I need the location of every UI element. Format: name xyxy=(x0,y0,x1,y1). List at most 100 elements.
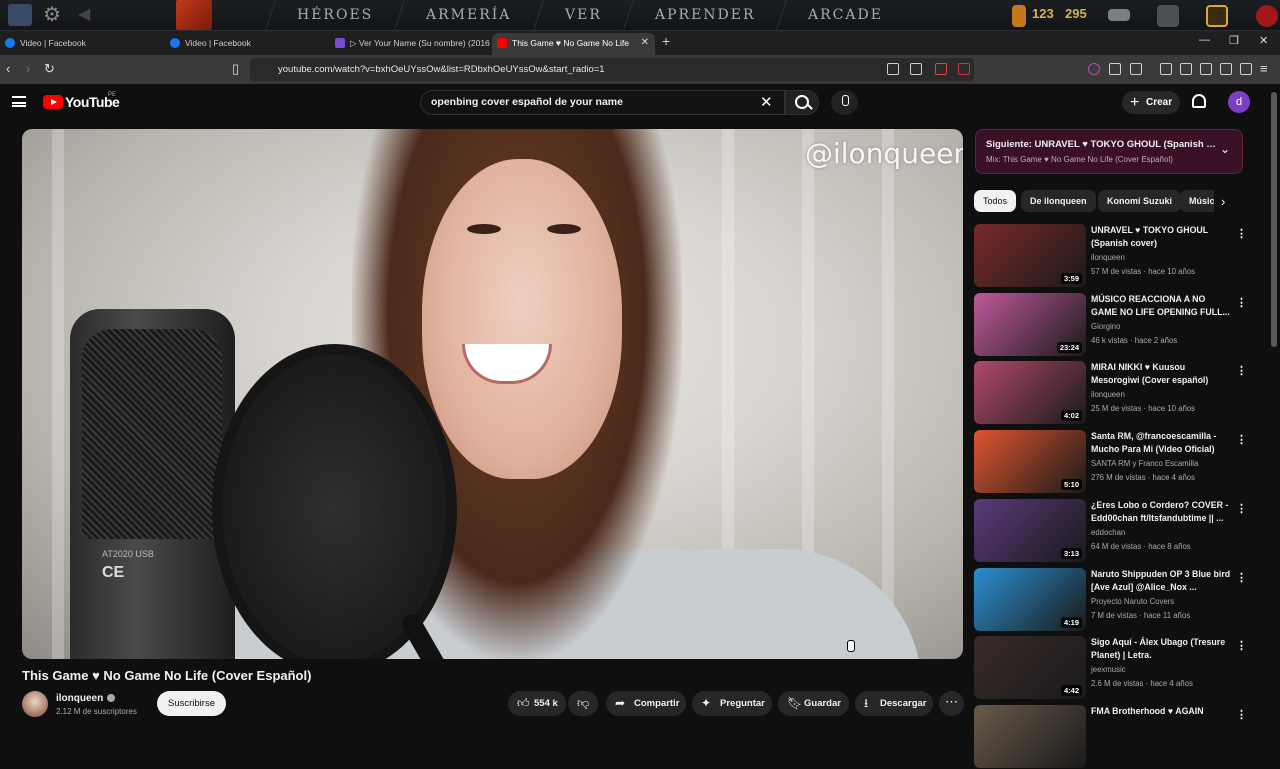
recommendation-title[interactable]: Naruto Shippuden OP 3 Blue bird [Ave Azu… xyxy=(1091,568,1231,594)
music-icon[interactable] xyxy=(1160,63,1172,75)
voice-search-button[interactable] xyxy=(831,90,858,115)
create-button[interactable]: + Crear xyxy=(1122,91,1180,114)
search-button[interactable] xyxy=(785,90,819,115)
brave-shield-icon[interactable] xyxy=(935,63,947,75)
subscribe-button[interactable]: Suscribirse xyxy=(157,691,226,716)
scrollbar[interactable] xyxy=(1271,92,1277,347)
recommendation-title[interactable]: Sigo Aquí - Álex Ubago (Tresure Planet) … xyxy=(1091,636,1231,662)
recommendation-channel[interactable]: ilonqueen xyxy=(1091,390,1125,399)
extension-a-icon[interactable] xyxy=(1088,63,1100,75)
chip-from-channel[interactable]: De ilonqueen xyxy=(1021,190,1096,212)
tab-your-name[interactable]: ▷ Ver Your Name (Su nombre) (2016 xyxy=(330,33,490,55)
url-field[interactable]: youtube.com/watch?v=bxhOeUYssOw&list=RDb… xyxy=(250,58,974,81)
chip-music[interactable]: Música xyxy=(1180,190,1214,212)
new-tab-button[interactable]: + xyxy=(662,33,670,49)
recommendation-item[interactable]: 5:10 Santa RM, @francoescamilla - Mucho P… xyxy=(974,430,1248,494)
recommendation-channel[interactable]: eddochan xyxy=(1091,528,1125,537)
gear-icon[interactable]: ⚙ xyxy=(40,4,64,26)
account-avatar[interactable]: d xyxy=(1228,91,1250,113)
game-nav-heroes[interactable]: HÉROES xyxy=(265,0,405,30)
channel-avatar[interactable] xyxy=(22,691,48,717)
video-thumbnail[interactable]: 4:19 xyxy=(974,568,1086,631)
recommendation-item[interactable]: FMA Brotherhood ♥ AGAIN ⋮ xyxy=(974,705,1248,769)
back-arrow-icon[interactable]: ◀ ▶ xyxy=(78,4,102,45)
kebab-menu-icon[interactable]: ⋮ xyxy=(1236,227,1247,240)
back-icon[interactable]: ‹ xyxy=(6,61,10,76)
recommendation-item[interactable]: 4:42 Sigo Aquí - Álex Ubago (Tresure Plan… xyxy=(974,636,1248,700)
hamburger-menu-icon[interactable] xyxy=(12,96,26,107)
youtube-logo-icon[interactable] xyxy=(43,95,63,109)
vpn-icon[interactable] xyxy=(1240,63,1252,75)
like-button[interactable]: 👍︎ 554 k xyxy=(508,691,566,716)
kebab-menu-icon[interactable]: ⋮ xyxy=(1236,433,1247,446)
rank-icon[interactable] xyxy=(1206,5,1228,27)
recommendation-title[interactable]: ¿Eres Lobo o Cordero? COVER - Edd00chan … xyxy=(1091,499,1231,525)
ask-button[interactable]: ✦ Preguntar xyxy=(692,691,772,716)
share-icon[interactable] xyxy=(910,63,922,75)
video-thumbnail[interactable]: 3:59 xyxy=(974,224,1086,287)
recommendation-item[interactable]: 3:59 UNRAVEL ♥ TOKYO GHOUL (Spanish cover… xyxy=(974,224,1248,288)
kebab-menu-icon[interactable]: ⋮ xyxy=(1236,364,1247,377)
menu-icon[interactable]: ≡ xyxy=(1260,61,1268,76)
sidebar-icon[interactable] xyxy=(1180,63,1192,75)
dota-logo-icon[interactable] xyxy=(176,0,212,30)
steam-icon[interactable] xyxy=(8,4,32,26)
clear-search-icon[interactable]: ✕ xyxy=(760,93,773,111)
puzzle-icon[interactable] xyxy=(1109,63,1121,75)
chip-konomi[interactable]: Konomi Suzuki xyxy=(1098,190,1181,212)
rewards-icon[interactable] xyxy=(958,63,970,75)
channel-name[interactable]: ilonqueen xyxy=(56,693,103,704)
video-thumbnail[interactable]: 3:13 xyxy=(974,499,1086,562)
game-nav-arcade[interactable]: ARCADE xyxy=(776,0,914,30)
more-actions-button[interactable]: ⋯ xyxy=(939,691,964,716)
recommendation-channel[interactable]: ilonqueen xyxy=(1091,253,1125,262)
save-button[interactable]: 🔖︎ Guardar xyxy=(778,691,849,716)
game-nav-armory[interactable]: ARMERÍA xyxy=(394,0,543,30)
tab-facebook-2[interactable]: Video | Facebook xyxy=(165,33,330,55)
recommendation-item[interactable]: 4:19 Naruto Shippuden OP 3 Blue bird [Ave… xyxy=(974,568,1248,632)
close-window-icon[interactable]: ✕ xyxy=(1259,34,1268,47)
forward-icon[interactable]: › xyxy=(26,61,30,76)
recommendation-channel[interactable]: SANTA RM y Franco Escamilla xyxy=(1091,459,1198,468)
tab-youtube-active[interactable]: This Game ♥ No Game No Life ✕ xyxy=(492,33,655,55)
notifications-bell-icon[interactable] xyxy=(1192,94,1206,108)
video-thumbnail[interactable]: 4:42 xyxy=(974,636,1086,699)
video-thumbnail[interactable]: 23:24 xyxy=(974,293,1086,356)
kebab-menu-icon[interactable]: ⋮ xyxy=(1236,296,1247,309)
game-nav-learn[interactable]: APRENDER xyxy=(622,0,786,30)
tab-facebook-1[interactable]: Video | Facebook xyxy=(0,33,165,55)
video-thumbnail[interactable] xyxy=(974,705,1086,768)
leo-icon[interactable] xyxy=(1220,63,1232,75)
power-icon[interactable] xyxy=(1256,5,1278,27)
video-player[interactable]: AT2020 USB CE @ilonqueen xyxy=(22,129,963,659)
recommendation-title[interactable]: FMA Brotherhood ♥ AGAIN xyxy=(1091,705,1231,718)
maximize-icon[interactable]: ❐ xyxy=(1229,34,1239,47)
video-thumbnail[interactable]: 5:10 xyxy=(974,430,1086,493)
chevron-down-icon[interactable]: ⌄ xyxy=(1220,142,1230,156)
kebab-menu-icon[interactable]: ⋮ xyxy=(1236,571,1247,584)
mail-icon[interactable] xyxy=(1108,9,1130,21)
kebab-menu-icon[interactable]: ⋮ xyxy=(1236,708,1247,721)
video-thumbnail[interactable]: 4:02 xyxy=(974,361,1086,424)
bookmark-icon[interactable]: ▯ xyxy=(232,61,239,77)
recommendation-title[interactable]: MÚSICO REACCIONA A NO GAME NO LIFE OPENI… xyxy=(1091,293,1231,319)
dislike-button[interactable]: 👎︎ xyxy=(568,691,598,716)
chip-all[interactable]: Todos xyxy=(974,190,1017,212)
recommendation-title[interactable]: Santa RM, @francoescamilla - Mucho Para … xyxy=(1091,430,1231,456)
inventory-icon[interactable] xyxy=(1157,5,1179,27)
reload-icon[interactable]: ↻ xyxy=(44,61,55,77)
wallet-icon[interactable] xyxy=(1200,63,1212,75)
close-tab-icon[interactable]: ✕ xyxy=(641,33,649,53)
recommendation-channel[interactable]: Giorgino xyxy=(1091,322,1120,331)
extension-b-icon[interactable] xyxy=(1130,63,1142,75)
minimize-icon[interactable]: — xyxy=(1199,34,1210,46)
recommendation-item[interactable]: 4:02 MIRAI NIKKI ♥ Kuusou Mesorogiwi (Cov… xyxy=(974,361,1248,425)
recommendation-channel[interactable]: jeexmusic xyxy=(1091,665,1126,674)
search-input[interactable]: openbing cover español de your name xyxy=(420,90,785,115)
share-button[interactable]: ➦ Compartir xyxy=(606,691,686,716)
recommendation-title[interactable]: UNRAVEL ♥ TOKYO GHOUL (Spanish cover) xyxy=(1091,224,1231,250)
media-icon[interactable] xyxy=(887,63,899,75)
recommendation-item[interactable]: 3:13 ¿Eres Lobo o Cordero? COVER - Edd00c… xyxy=(974,499,1248,563)
game-nav-watch[interactable]: VER xyxy=(532,0,633,30)
recommendation-title[interactable]: MIRAI NIKKI ♥ Kuusou Mesorogiwi (Cover e… xyxy=(1091,361,1231,387)
